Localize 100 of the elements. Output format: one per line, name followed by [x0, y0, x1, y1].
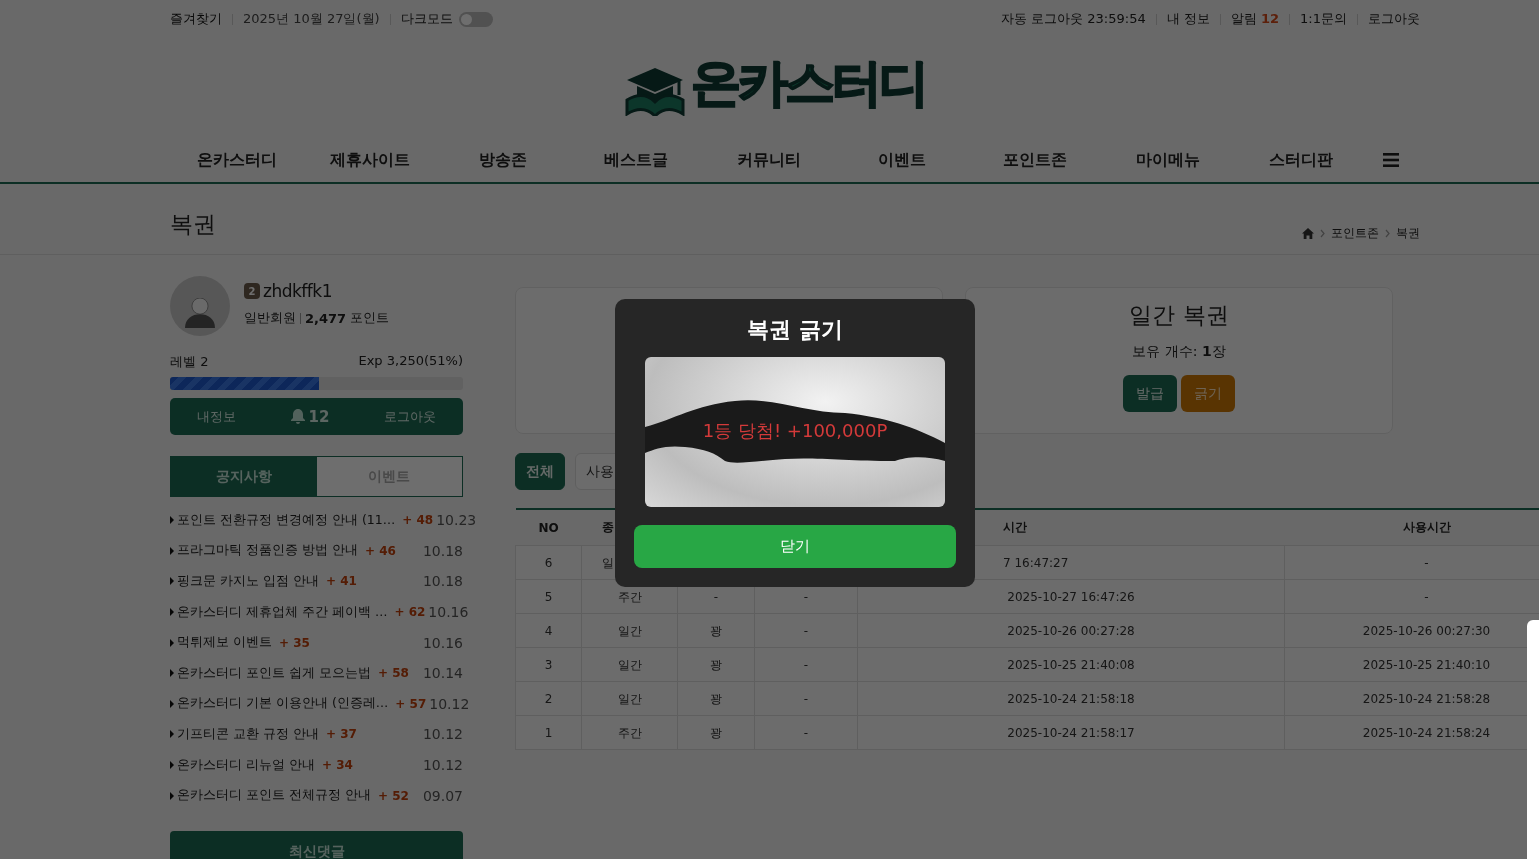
caret-icon [170, 546, 174, 555]
dark-mode-label: 다크모드 [400, 10, 453, 28]
table-cell: 주간 [617, 589, 642, 604]
points-reward: + 58 [377, 666, 410, 681]
table-cell: - [803, 725, 809, 740]
caret-icon [170, 730, 174, 739]
notice-date: 10.12 [422, 757, 463, 774]
nav-link[interactable]: 스터디판 [1234, 149, 1367, 171]
notifications-button[interactable]: 12 [290, 407, 330, 426]
column-header: 시간 [1002, 520, 1027, 534]
table-cell: 2025-10-25 21:40:10 [1362, 657, 1491, 672]
menu-icon[interactable] [1383, 153, 1399, 167]
board-tab[interactable]: 공지사항 [171, 457, 317, 496]
table-cell: 2025-10-26 00:27:30 [1362, 623, 1491, 638]
table-cell: 2025-10-24 21:58:18 [1007, 691, 1135, 706]
date-text: 2025년 10월 27일(월) [243, 10, 380, 28]
caret-icon [170, 669, 174, 678]
modal-title: 복권 긁기 [747, 316, 843, 344]
notice-title-link[interactable]: 먹튀제보 이벤트 [177, 634, 272, 652]
top-link[interactable]: 내 정보 [1166, 10, 1210, 28]
nav-link[interactable]: 포인트존 [968, 149, 1101, 171]
top-link[interactable]: 로그아웃 [1368, 10, 1420, 28]
table-cell: - [1424, 589, 1429, 604]
notice-title-link[interactable]: 온카스터디 포인트 쉽게 모으는법 [177, 664, 371, 682]
profile-link[interactable]: 로그아웃 [383, 407, 436, 426]
username: zhdkffk1 [263, 281, 332, 301]
site-logo[interactable]: 온카스터디 [623, 50, 926, 116]
points-reward: + 46 [364, 543, 397, 558]
notice-date: 10.18 [422, 542, 463, 559]
table-cell: - [803, 691, 809, 706]
table-cell: 7 16:47:27 [1003, 555, 1069, 570]
home-icon[interactable] [1302, 228, 1314, 239]
table-cell: 1 [544, 725, 553, 740]
favorites-link[interactable]: 즐겨찾기 [170, 10, 222, 28]
exp-text: Exp 3,250(51%) [358, 353, 463, 370]
table-cell: 5 [544, 589, 553, 604]
points-reward: + 48 [402, 513, 434, 528]
notice-date: 10.23 [436, 512, 477, 529]
auto-logout-timer: 자동 로그아웃 23:59:54 [1001, 10, 1146, 28]
prize-text: 1등 당첨! +100,000P [702, 419, 888, 443]
table-cell: 6 [544, 555, 553, 570]
notice-title-link[interactable]: 기프티콘 교환 규정 안내 [177, 725, 319, 743]
column-header: NO [538, 520, 559, 535]
column-header: 사용시간 [1402, 520, 1451, 534]
table-cell: 일간 [617, 691, 642, 706]
column-header: 종 [601, 520, 614, 534]
notice-title-link[interactable]: 온카스터디 기본 이용안내 (인증레… [177, 695, 389, 713]
notice-date: 10.12 [422, 726, 463, 743]
caret-icon [170, 608, 174, 617]
caret-icon [170, 791, 174, 800]
notice-date: 10.16 [422, 634, 463, 651]
breadcrumb-link[interactable]: 포인트존 [1331, 225, 1379, 242]
notice-title-link[interactable]: 온카스터디 제휴업체 주간 페이백 … [177, 603, 388, 621]
nav-link[interactable]: 온카스터디 [170, 149, 303, 171]
nav-link[interactable]: 마이메뉴 [1101, 149, 1234, 171]
breadcrumb-link[interactable]: 복권 [1396, 225, 1420, 242]
notice-title-link[interactable]: 온카스터디 포인트 전체규정 안내 [177, 787, 371, 805]
table-cell: 일 [602, 555, 614, 570]
notice-title-link[interactable]: 온카스터디 리뉴얼 안내 [177, 756, 315, 774]
table-cell: 일간 [617, 623, 642, 638]
table-cell: - [803, 623, 809, 638]
issue-button[interactable]: 발급 [1123, 375, 1177, 412]
scratch-card[interactable]: 1등 당첨! +100,000P [645, 357, 945, 507]
notice-title-link[interactable]: 핑크문 카지노 입점 안내 [177, 573, 319, 590]
nav-link[interactable]: 제휴사이트 [303, 149, 436, 171]
table-cell: 꽝 [710, 691, 722, 706]
nav-link[interactable]: 이벤트 [835, 149, 968, 171]
chevron-icon [1385, 229, 1390, 238]
caret-icon [170, 638, 174, 647]
points-reward: + 37 [325, 727, 358, 742]
points-reward: + 41 [325, 574, 358, 589]
profile-link[interactable]: 내정보 [197, 407, 237, 426]
lottery-title: 일간 복권 [1129, 301, 1229, 330]
table-cell: 일간 [617, 657, 642, 672]
level-label: 레벨 2 [170, 353, 209, 371]
level-badge: 2 [244, 283, 260, 299]
notice-title-link[interactable]: 프라그마틱 정품인증 방법 안내 [177, 542, 358, 560]
nav-link[interactable]: 커뮤니티 [702, 149, 835, 171]
scratch-button[interactable]: 긁기 [1181, 375, 1235, 412]
table-cell: 2025-10-24 21:58:17 [1007, 725, 1135, 740]
notice-date: 09.07 [422, 787, 463, 804]
table-cell: 2025-10-26 00:27:28 [1007, 623, 1135, 638]
notice-title-link[interactable]: 포인트 전환규정 변경예정 안내 (11… [177, 511, 396, 529]
filter-tab[interactable]: 전체 [515, 453, 565, 490]
table-cell: - [713, 589, 719, 604]
nav-link[interactable]: 방송존 [436, 149, 569, 171]
close-button[interactable]: 닫기 [634, 525, 956, 568]
nav-link[interactable]: 베스트글 [569, 149, 702, 171]
caret-icon [170, 761, 174, 770]
latest-comments-header: 최신댓글 [170, 830, 463, 859]
table-cell: 주간 [617, 725, 642, 740]
points-reward: + 52 [377, 788, 410, 803]
table-cell: 2025-10-24 21:58:28 [1362, 691, 1491, 706]
table-cell: 2025-10-24 21:58:24 [1362, 725, 1491, 740]
member-grade: 일반회원 [244, 309, 296, 327]
caret-icon [170, 699, 174, 708]
alarm-link[interactable]: 알림 12 [1230, 10, 1280, 28]
top-link[interactable]: 1:1문의 [1300, 10, 1347, 28]
dark-mode-toggle[interactable] [458, 11, 493, 27]
notice-date: 10.12 [429, 695, 470, 712]
